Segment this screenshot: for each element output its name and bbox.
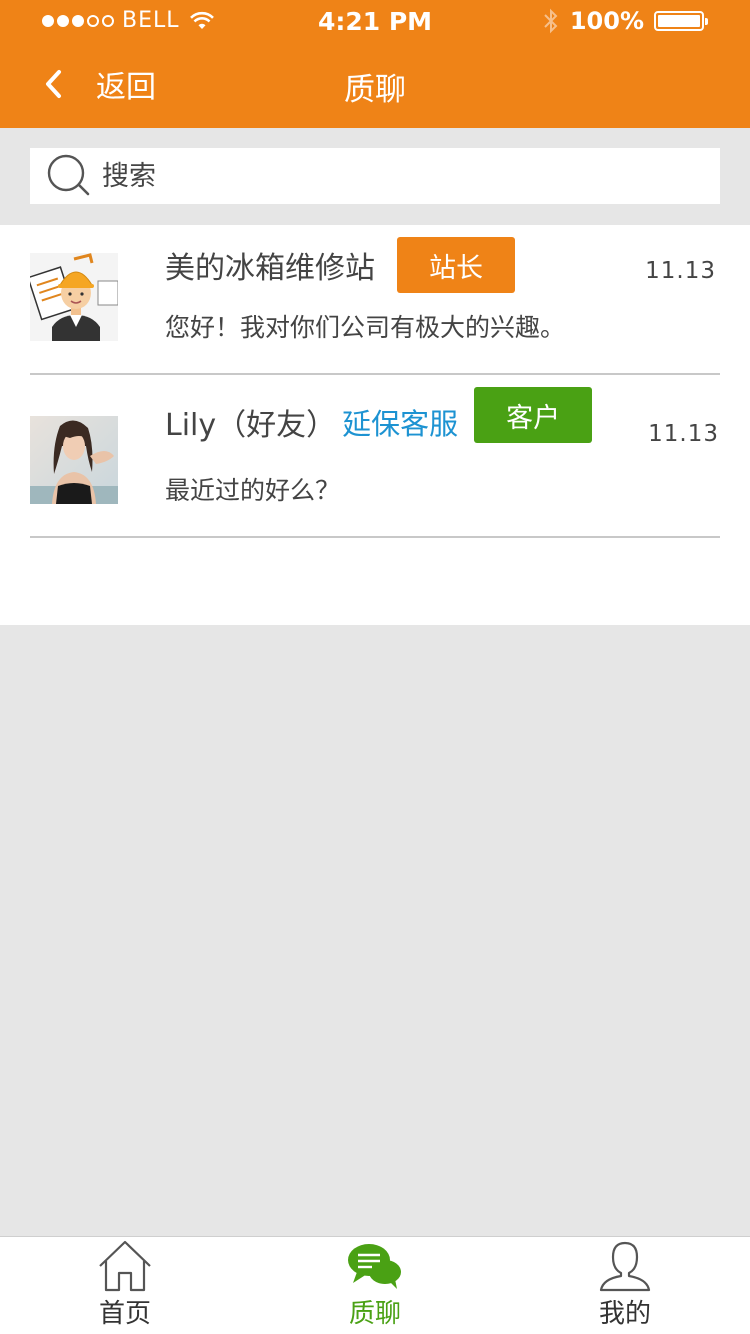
tab-label: 质聊 (348, 1299, 401, 1329)
divider (30, 373, 720, 375)
role-tag-customer: 客户 (474, 387, 593, 443)
search-input[interactable] (102, 160, 662, 192)
navigation-bar: 返回 质聊 (0, 44, 750, 128)
chat-date: 11.13 (648, 421, 719, 447)
chat-name: Lily（好友） (165, 408, 337, 443)
chat-name-row: Lily（好友） 延保客服 客户 (165, 386, 593, 444)
chat-last-message: 您好！我对你们公司有极大的兴趣。 (165, 313, 566, 342)
worker-avatar (30, 253, 118, 341)
role-tag-stationmaster: 站长 (397, 237, 515, 293)
chat-name: 美的冰箱维修站 (165, 251, 375, 286)
chat-name-row: 美的冰箱维修站 站长 (165, 237, 515, 293)
chat-item-lily[interactable]: Lily（好友） 延保客服 客户 11.13 最近过的好么？ (0, 386, 750, 538)
chat-last-message: 最近过的好么？ (165, 476, 341, 505)
battery-percent: 100% (569, 7, 644, 35)
search-box[interactable] (30, 148, 720, 204)
user-icon (599, 1241, 651, 1292)
tab-label: 我的 (598, 1299, 651, 1329)
woman-photo-avatar (30, 416, 118, 504)
search-icon (47, 154, 90, 196)
chat-list: 美的冰箱维修站 站长 11.13 您好！我对你们公司有极大的兴趣。 Lily（好… (0, 225, 750, 625)
app-header: BELL 4:21 PM 100% 返回 质聊 (0, 0, 750, 128)
status-bar: BELL 4:21 PM 100% (0, 0, 750, 44)
role-link[interactable]: 延保客服 (342, 401, 458, 443)
divider (30, 536, 720, 538)
search-bar-container (0, 128, 750, 224)
home-icon (99, 1240, 151, 1292)
bottom-tab-bar: 首页 质聊 我的 (0, 1236, 750, 1334)
tab-chat[interactable]: 质聊 (250, 1237, 500, 1334)
chat-date: 11.13 (645, 258, 716, 284)
page-title: 质聊 (344, 72, 406, 108)
battery-icon (654, 11, 708, 31)
status-right: 100% (542, 7, 708, 35)
tab-me[interactable]: 我的 (500, 1237, 750, 1334)
chat-icon (348, 1244, 401, 1289)
tab-home[interactable]: 首页 (0, 1237, 250, 1334)
tab-label: 首页 (98, 1299, 151, 1329)
chat-item-meidi[interactable]: 美的冰箱维修站 站长 11.13 您好！我对你们公司有极大的兴趣。 (0, 225, 750, 375)
bluetooth-icon (544, 8, 558, 34)
